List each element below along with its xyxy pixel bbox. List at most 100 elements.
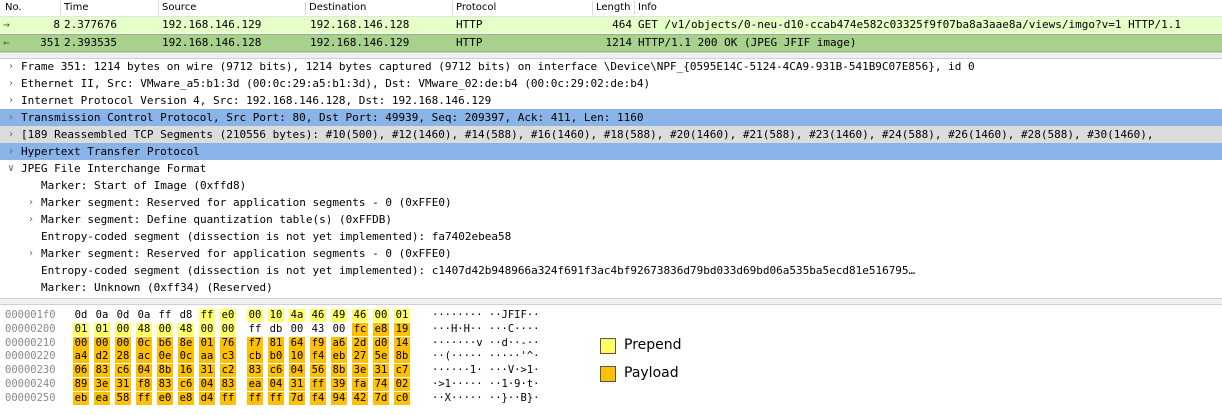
hex-byte[interactable]: 83	[94, 364, 110, 378]
collapse-chevron-icon[interactable]: ∨	[6, 160, 16, 177]
column-header-source[interactable]: Source	[158, 1, 196, 15]
hex-byte[interactable]: 04	[289, 364, 305, 378]
column-header-length[interactable]: Length	[592, 1, 631, 15]
hex-byte[interactable]: 89	[73, 378, 89, 391]
hex-byte[interactable]: 27	[352, 350, 368, 364]
hex-byte[interactable]: 10	[268, 309, 284, 322]
detail-row[interactable]: ∨ JPEG File Interchange Format	[0, 160, 1222, 177]
packet-row-selected[interactable]: ← 351 2.393535 192.168.146.128 192.168.1…	[0, 34, 1222, 52]
hex-ascii[interactable]: ········ ··JFIF··	[432, 309, 539, 322]
hex-ascii[interactable]: ······1· ···V·>1·	[432, 364, 539, 377]
hex-byte[interactable]: fc	[352, 322, 368, 336]
hex-byte[interactable]: 14	[394, 336, 410, 350]
hex-byte[interactable]: 94	[331, 391, 347, 405]
hex-byte[interactable]: 2d	[352, 336, 368, 350]
hex-byte[interactable]: 00	[115, 322, 131, 336]
column-header-time[interactable]: Time	[60, 1, 88, 15]
hex-byte[interactable]: 31	[373, 364, 389, 378]
hex-byte[interactable]: 01	[199, 336, 215, 350]
hex-byte[interactable]: 0a	[94, 309, 110, 322]
hex-byte[interactable]: 00	[220, 322, 236, 336]
detail-row[interactable]: › Marker segment: Reserved for applicatio…	[0, 194, 1222, 211]
expand-chevron-icon[interactable]: ›	[6, 126, 16, 143]
hex-byte[interactable]: 81	[268, 336, 284, 350]
expand-chevron-icon[interactable]: ›	[6, 109, 16, 126]
hex-byte[interactable]: c3	[220, 350, 236, 364]
detail-row[interactable]: › Hypertext Transfer Protocol	[0, 143, 1222, 160]
hex-byte[interactable]: ea	[94, 391, 110, 405]
hex-ascii[interactable]: ·······v ··d··-··	[432, 337, 539, 350]
hex-byte[interactable]: c2	[220, 364, 236, 378]
hex-byte[interactable]: b6	[157, 336, 173, 350]
expand-chevron-icon[interactable]: ›	[26, 245, 36, 262]
hex-byte[interactable]: c7	[394, 364, 410, 378]
hex-row[interactable]: 000001f0 0d 0a 0d 0a ff d8 ff e0 00 10 4a 46 49 46 00 01…	[0, 309, 600, 322]
hex-byte[interactable]: 48	[136, 322, 152, 336]
hex-byte[interactable]: e8	[178, 391, 194, 405]
hex-byte[interactable]: 02	[394, 378, 410, 391]
hex-byte[interactable]: 04	[199, 378, 215, 391]
hex-byte[interactable]: e0	[220, 309, 236, 322]
hex-byte[interactable]: 64	[289, 336, 305, 350]
packet-details-tree[interactable]: › Frame 351: 1214 bytes on wire (9712 bit…	[0, 58, 1222, 296]
hex-byte[interactable]: 00	[94, 336, 110, 350]
hex-row[interactable]: 00000240 89 3e 31 f8 83 c6 04 83 ea 04 31 ff 39 fa 74 02…	[0, 378, 600, 391]
hex-byte[interactable]: 8b	[394, 350, 410, 364]
hex-byte[interactable]: 46	[352, 309, 368, 322]
hex-byte[interactable]: d0	[373, 336, 389, 350]
hex-byte[interactable]: 0e	[157, 350, 173, 364]
hex-byte[interactable]: 46	[310, 309, 326, 322]
hex-ascii[interactable]: ··X····· ··}··B}·	[432, 392, 539, 405]
hex-byte[interactable]: c6	[268, 364, 284, 378]
hex-byte[interactable]: f4	[310, 350, 326, 364]
detail-row[interactable]: Entropy-coded segment (dissection is not…	[0, 228, 1222, 245]
hex-byte[interactable]: c6	[178, 378, 194, 391]
hex-byte[interactable]: 01	[94, 322, 110, 336]
hex-byte[interactable]: c0	[394, 391, 410, 405]
packet-bytes-pane[interactable]: 000001f0 0d 0a 0d 0a ff d8 ff e0 00 10 4a 46 49 46 00 01…	[0, 305, 1222, 415]
hex-byte[interactable]: 00	[115, 336, 131, 350]
hex-byte[interactable]: ff	[220, 391, 236, 405]
hex-byte[interactable]: 83	[247, 364, 263, 378]
hex-byte[interactable]: 0a	[136, 309, 152, 322]
detail-row[interactable]: › Internet Protocol Version 4, Src: 192.1…	[0, 92, 1222, 109]
hex-byte[interactable]: 00	[157, 322, 173, 336]
hex-byte[interactable]: f8	[136, 378, 152, 391]
column-header-protocol[interactable]: Protocol	[452, 1, 496, 15]
hex-byte[interactable]: ff	[247, 323, 263, 336]
hex-byte[interactable]: 83	[220, 378, 236, 391]
hex-byte[interactable]: 0d	[115, 309, 131, 322]
hex-byte[interactable]: 0d	[73, 309, 89, 322]
hex-byte[interactable]: 8b	[157, 364, 173, 378]
hex-byte[interactable]: 00	[373, 309, 389, 322]
hex-byte[interactable]: 04	[268, 378, 284, 391]
hex-byte[interactable]: 8b	[331, 364, 347, 378]
hex-byte[interactable]: 00	[331, 323, 347, 336]
hex-byte[interactable]: 00	[199, 322, 215, 336]
hex-byte[interactable]: ea	[247, 378, 263, 391]
hex-byte[interactable]: 43	[310, 323, 326, 336]
expand-chevron-icon[interactable]: ›	[26, 194, 36, 211]
hex-byte[interactable]: 0c	[178, 350, 194, 364]
packet-row[interactable]: → 8 2.377676 192.168.146.129 192.168.146…	[0, 17, 1222, 33]
hex-byte[interactable]: 19	[394, 322, 410, 336]
hex-byte[interactable]: 74	[373, 378, 389, 391]
hex-ascii[interactable]: ·>1····· ··1·9·t·	[432, 378, 539, 391]
hex-byte[interactable]: 3e	[94, 378, 110, 391]
hex-byte[interactable]: 49	[331, 309, 347, 322]
packet-list[interactable]: No. Time Source Destination Protocol Len…	[0, 0, 1222, 54]
hex-byte[interactable]: ac	[136, 350, 152, 364]
pane-splitter-bottom[interactable]	[0, 298, 1222, 305]
hex-byte[interactable]: 3e	[352, 364, 368, 378]
hex-byte[interactable]: ff	[136, 391, 152, 405]
hex-byte[interactable]: eb	[73, 391, 89, 405]
hex-row[interactable]: 00000250 eb ea 58 ff e0 e8 d4 ff ff ff 7d f4 94 42 7d c0…	[0, 391, 600, 405]
hex-byte[interactable]: 01	[73, 322, 89, 336]
hex-byte[interactable]: 76	[220, 336, 236, 350]
hex-byte[interactable]: 8e	[178, 336, 194, 350]
hex-byte[interactable]: 0c	[136, 336, 152, 350]
hex-byte[interactable]: ff	[157, 309, 173, 322]
hex-byte[interactable]: 31	[199, 364, 215, 378]
hex-byte[interactable]: ff	[310, 378, 326, 391]
hex-row[interactable]: 00000230 06 83 c6 04 8b 16 31 c2 83 c6 04 56 8b 3e 31 c7…	[0, 364, 600, 378]
